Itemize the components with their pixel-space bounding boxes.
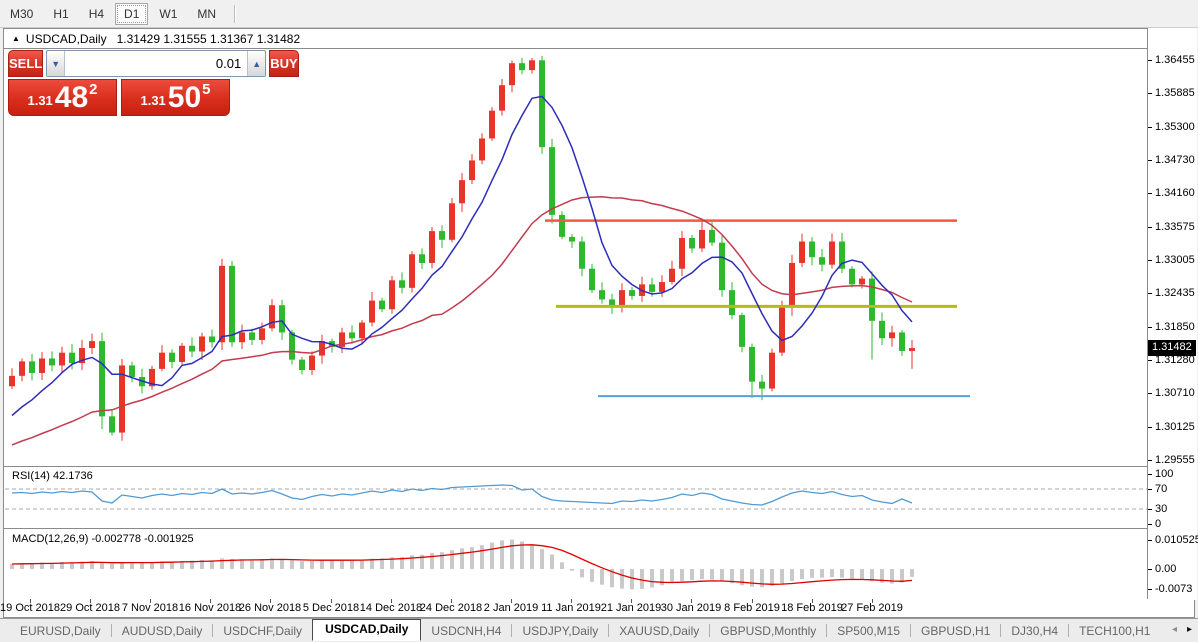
tab-usdjpy-daily[interactable]: USDJPY,Daily: [512, 621, 608, 641]
chart-symbol-label: USDCAD,Daily: [26, 32, 107, 46]
sell-price-prefix: 1.31: [27, 93, 52, 108]
tab-scroll-arrows: ◂ ▸: [1172, 624, 1192, 635]
price-axis-label: 1.30710: [1155, 386, 1195, 400]
timeframe-button-h1[interactable]: H1: [44, 3, 77, 25]
tab-gbpusd-h1[interactable]: GBPUSD,H1: [911, 621, 1000, 641]
date-label: 27 Feb 2019: [832, 602, 912, 614]
collapse-triangle-icon[interactable]: ▲: [12, 34, 20, 43]
buy-price-prefix: 1.31: [140, 93, 165, 108]
buy-price-panel[interactable]: 1.31 50 5: [121, 79, 230, 116]
volume-input[interactable]: [65, 51, 247, 76]
trading-terminal: { "toolbar": { "timeframes": ["M30", "H1…: [0, 0, 1198, 642]
tab-scroll-right-icon[interactable]: ▸: [1187, 624, 1192, 635]
rsi-label: RSI(14) 42.1736: [12, 470, 93, 482]
rsi-axis-label: 30: [1155, 502, 1167, 516]
buy-price-pip: 5: [202, 81, 210, 98]
tab-scroll-left-icon[interactable]: ◂: [1172, 624, 1177, 635]
buy-button[interactable]: BUY: [269, 50, 298, 77]
price-axis-label: 1.36455: [1155, 53, 1195, 67]
rsi-axis-label: 70: [1155, 482, 1167, 496]
timeframe-button-m30[interactable]: M30: [1, 3, 42, 25]
date-axis: 19 Oct 201829 Oct 20187 Nov 201816 Nov 2…: [4, 599, 1147, 617]
price-axis-label: 1.34160: [1155, 186, 1195, 200]
tab-usdcad-daily[interactable]: USDCAD,Daily: [312, 619, 421, 641]
price-axis-label: 1.35885: [1155, 86, 1195, 100]
price-axis-label: 1.32435: [1155, 286, 1195, 300]
timeframe-toolbar: M30H1H4D1W1MN: [0, 0, 1198, 28]
rsi-axis-label: 100: [1155, 467, 1173, 481]
current-price-badge: 1.31482: [1148, 340, 1196, 356]
tab-dj30-h4[interactable]: DJ30,H4: [1001, 621, 1068, 641]
tab-usdchf-daily[interactable]: USDCHF,Daily: [213, 621, 312, 641]
one-click-trading-panel: SELL ▼ ▲ BUY 1.31 48 2 1.31 50 5: [8, 50, 230, 116]
macd-axis-label: -0.0073: [1155, 582, 1192, 596]
sell-button[interactable]: SELL: [8, 50, 43, 77]
symbol-tab-bar: EURUSD,DailyAUDUSD,DailyUSDCHF,DailyUSDC…: [0, 618, 1198, 642]
slow-ma-line: [12, 197, 912, 445]
volume-stepper: ▼ ▲: [46, 50, 266, 77]
tab-gbpusd-monthly[interactable]: GBPUSD,Monthly: [710, 621, 826, 641]
price-axis-label: 1.29555: [1155, 453, 1195, 467]
price-axis-label: 1.35300: [1155, 120, 1195, 134]
sell-price-panel[interactable]: 1.31 48 2: [8, 79, 117, 116]
timeframe-button-h4[interactable]: H4: [80, 3, 113, 25]
tab-eurusd-daily[interactable]: EURUSD,Daily: [10, 621, 111, 641]
macd-axis-label: 0.00: [1155, 562, 1176, 576]
macd-label: MACD(12,26,9) -0.002778 -0.001925: [12, 533, 194, 545]
rsi-axis-label: 0: [1155, 517, 1161, 531]
chart-title-bar: ▲ USDCAD,Daily 1.31429 1.31555 1.31367 1…: [4, 29, 1147, 49]
tab-audusd-daily[interactable]: AUDUSD,Daily: [112, 621, 213, 641]
sell-price-pip: 2: [89, 81, 97, 98]
price-axis-label: 1.30125: [1155, 420, 1195, 434]
sell-price-big: 48: [55, 84, 88, 112]
rsi-indicator-chart[interactable]: [5, 467, 1147, 527]
price-axis: 1.36455 1.35885 1.35300 1.34730 1.34160 1.335…: [1148, 28, 1197, 600]
timeframe-button-w1[interactable]: W1: [150, 3, 186, 25]
macd-axis-label: 0.010525: [1155, 533, 1198, 547]
volume-increase-icon[interactable]: ▲: [247, 51, 265, 76]
tab-usdcnh-h4[interactable]: USDCNH,H4: [421, 621, 511, 641]
price-axis-label: 1.33575: [1155, 220, 1195, 234]
timeframe-button-d1[interactable]: D1: [115, 3, 148, 25]
price-axis-label: 1.33005: [1155, 253, 1195, 267]
price-axis-label: 1.31850: [1155, 320, 1195, 334]
toolbar-separator: [234, 5, 236, 23]
volume-decrease-icon[interactable]: ▼: [47, 51, 65, 76]
tab-xauusd-daily[interactable]: XAUUSD,Daily: [609, 621, 709, 641]
panel-separator[interactable]: [4, 528, 1147, 529]
timeframe-button-mn[interactable]: MN: [188, 3, 225, 25]
tab-tech100-h1[interactable]: TECH100,H1: [1069, 621, 1160, 641]
rsi-line: [12, 485, 912, 505]
price-axis-label: 1.34730: [1155, 153, 1195, 167]
buy-price-big: 50: [168, 84, 201, 112]
fast-ma-line: [12, 96, 912, 415]
chart-ohlc-values: 1.31429 1.31555 1.31367 1.31482: [117, 32, 301, 46]
tab-sp500-m15[interactable]: SP500,M15: [827, 621, 910, 641]
